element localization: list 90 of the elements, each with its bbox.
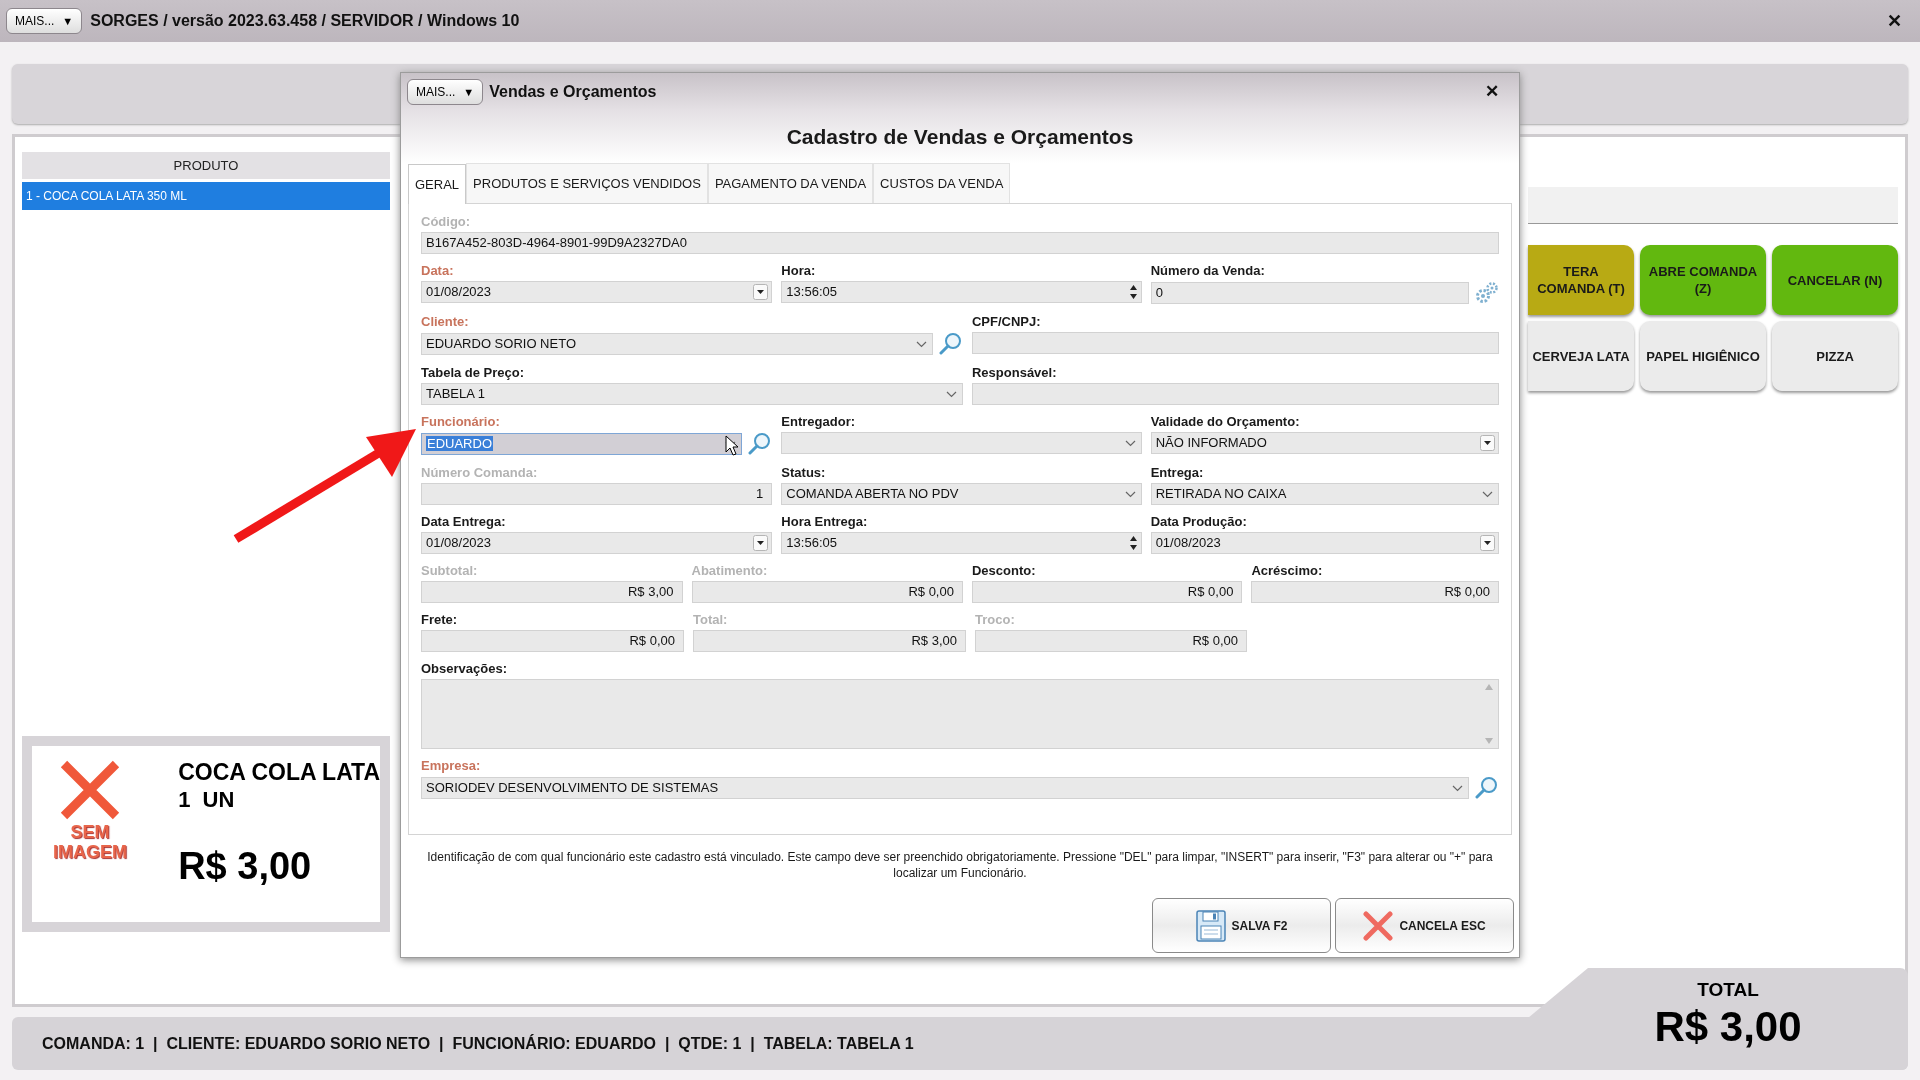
field-label: Frete: (421, 612, 459, 628)
field-label: Data Entrega: (421, 514, 507, 530)
field-label: Subtotal: (421, 563, 479, 579)
field-label: Hora Entrega: (781, 514, 869, 530)
chevron-down-icon[interactable] (1124, 490, 1136, 498)
field-label: Abatimento: (691, 563, 769, 579)
field-label: Código: (421, 214, 472, 230)
chevron-down-icon[interactable] (946, 390, 957, 398)
dropdown-field[interactable]: 01/08/2023 (1150, 532, 1499, 554)
field-label: Número Comanda: (421, 465, 539, 481)
dropdown-field[interactable]: EDUARDO SORIO NETO (421, 333, 933, 355)
tab[interactable]: PRODUTOS E SERVIÇOS VENDIDOS (466, 163, 708, 203)
dropdown-field[interactable]: 01/08/2023 (421, 281, 773, 303)
field-label: Empresa: (421, 758, 482, 774)
field-label: Data Produção: (1150, 514, 1248, 530)
window-title: SORGES / versão 2023.63.458 / SERVIDOR / Windows 10 (90, 11, 520, 31)
close-icon (1363, 910, 1394, 941)
field-label: Total: (693, 612, 729, 628)
time-field[interactable]: 13:56:05 (781, 281, 1142, 303)
product-quantity: 1 UN (178, 786, 236, 814)
save-button[interactable]: SALVA F2 (1152, 898, 1331, 953)
field-label: CPF/CNPJ: (972, 314, 1042, 330)
input-field[interactable] (1528, 187, 1898, 224)
mouse-cursor-icon (725, 435, 739, 457)
field-label: Número da Venda: (1150, 263, 1266, 279)
dropdown-field[interactable]: NÃO INFORMADO (1150, 432, 1499, 454)
shortcut-button[interactable]: CANCELAR (N) (1772, 245, 1898, 315)
field-label: Tabela de Preço: (421, 365, 526, 381)
chevron-down-icon[interactable] (1482, 490, 1493, 498)
shortcut-button[interactable]: CERVEJA LATA (1528, 321, 1634, 391)
dropdown-field[interactable]: EDUARDO (421, 433, 743, 455)
cancel-button[interactable]: CANCELA ESC (1335, 898, 1514, 953)
product-price: R$ 3,00 (178, 844, 313, 888)
menu-button[interactable]: MAIS... ▼ (407, 79, 484, 105)
dropdown-field[interactable] (781, 432, 1142, 454)
field-label: Entregador: (781, 414, 856, 430)
time-field[interactable]: 13:56:05 (781, 532, 1142, 554)
no-image-label: SEM IMAGEM (53, 822, 128, 862)
text-field[interactable]: 0 (1150, 282, 1469, 304)
product-name: COCA COLA LATA (178, 758, 380, 786)
chevron-down-icon[interactable] (916, 340, 927, 348)
column-header: PRODUTO (22, 152, 390, 179)
field-label: Desconto: (971, 563, 1037, 579)
number-field[interactable]: R$ 0,00 (1251, 581, 1499, 603)
notes-field[interactable] (421, 679, 1499, 749)
field-label: Funcionário: (421, 414, 501, 430)
text-field[interactable] (972, 332, 1499, 354)
dropdown-field[interactable]: COMANDA ABERTA NO PDV (781, 483, 1142, 505)
dialog-title: Vendas e Orçamentos (489, 82, 657, 102)
search-icon[interactable] (1475, 776, 1499, 800)
dropdown-field[interactable]: 01/08/2023 (421, 532, 773, 554)
search-icon[interactable] (939, 332, 963, 356)
shortcut-button[interactable]: PAPEL HIGIÊNICO (1640, 321, 1766, 391)
field-label: Responsável: (972, 365, 1058, 381)
field-label: Observações: (421, 661, 508, 677)
spin-arrows-icon[interactable] (1128, 284, 1138, 300)
menu-button[interactable]: MAIS... ▼ (6, 8, 83, 34)
save-icon (1195, 909, 1226, 942)
shortcut-button[interactable]: TERA COMANDA (T) (1528, 245, 1634, 315)
chevron-down-icon[interactable] (1452, 784, 1463, 792)
field-label: Status: (781, 465, 827, 481)
search-icon[interactable] (748, 432, 773, 456)
spin-arrows-icon[interactable] (1128, 535, 1138, 551)
tab[interactable]: CUSTOS DA VENDA (873, 163, 1011, 203)
status-text: COMANDA: 1 | CLIENTE: EDUARDO SORIO NETO | FUNCIONÁRIO: EDUARDO | QTDE: 1 | TABELA: TABELA 1 (42, 1033, 914, 1054)
help-text: Identificação de com qual funcionário este cadastro está vinculado. Este campo deve ser preenchido obrigatoriamente. Pressione "DEL" para limpar, "INSERT" para inserir, "F3" para alterar ou "+" para localizar um Funcionário. (426, 849, 1494, 881)
dialog-heading: Cadastro de Vendas e Orçamentos (786, 124, 1134, 151)
field-label: Data: (421, 263, 455, 279)
field-label: Cliente: (421, 314, 470, 330)
field-label: Hora: (781, 263, 817, 279)
chevron-down-icon[interactable] (1124, 439, 1136, 447)
number-field[interactable]: R$ 0,00 (971, 581, 1243, 603)
product-row[interactable]: 1 - COCA COLA LATA 350 ML (22, 182, 390, 210)
text-field[interactable] (972, 383, 1499, 405)
close-button[interactable]: ✕ (1887, 7, 1902, 35)
close-button[interactable]: ✕ (1485, 79, 1499, 105)
dropdown-field[interactable]: RETIRADA NO CAIXA (1150, 483, 1499, 505)
shortcut-button[interactable]: ABRE COMANDA (Z) (1640, 245, 1766, 315)
field-label: Troco: (975, 612, 1016, 628)
tab[interactable]: PAGAMENTO DA VENDA (707, 163, 874, 203)
shortcut-button[interactable]: PIZZA (1772, 321, 1898, 391)
total-label: TOTAL (1697, 978, 1759, 1002)
dropdown-field[interactable]: TABELA 1 (421, 383, 963, 405)
field-label: Acréscimo: (1251, 563, 1324, 579)
total-value: R$ 3,00 (1654, 1002, 1802, 1052)
dropdown-field[interactable]: SORIODEV DESENVOLVIMENTO DE SISTEMAS (421, 777, 1469, 799)
number-field[interactable]: R$ 0,00 (421, 630, 684, 652)
field-label: Validade do Orçamento: (1150, 414, 1301, 430)
tab[interactable]: GERAL (408, 164, 467, 204)
field-label: Entrega: (1150, 465, 1205, 481)
